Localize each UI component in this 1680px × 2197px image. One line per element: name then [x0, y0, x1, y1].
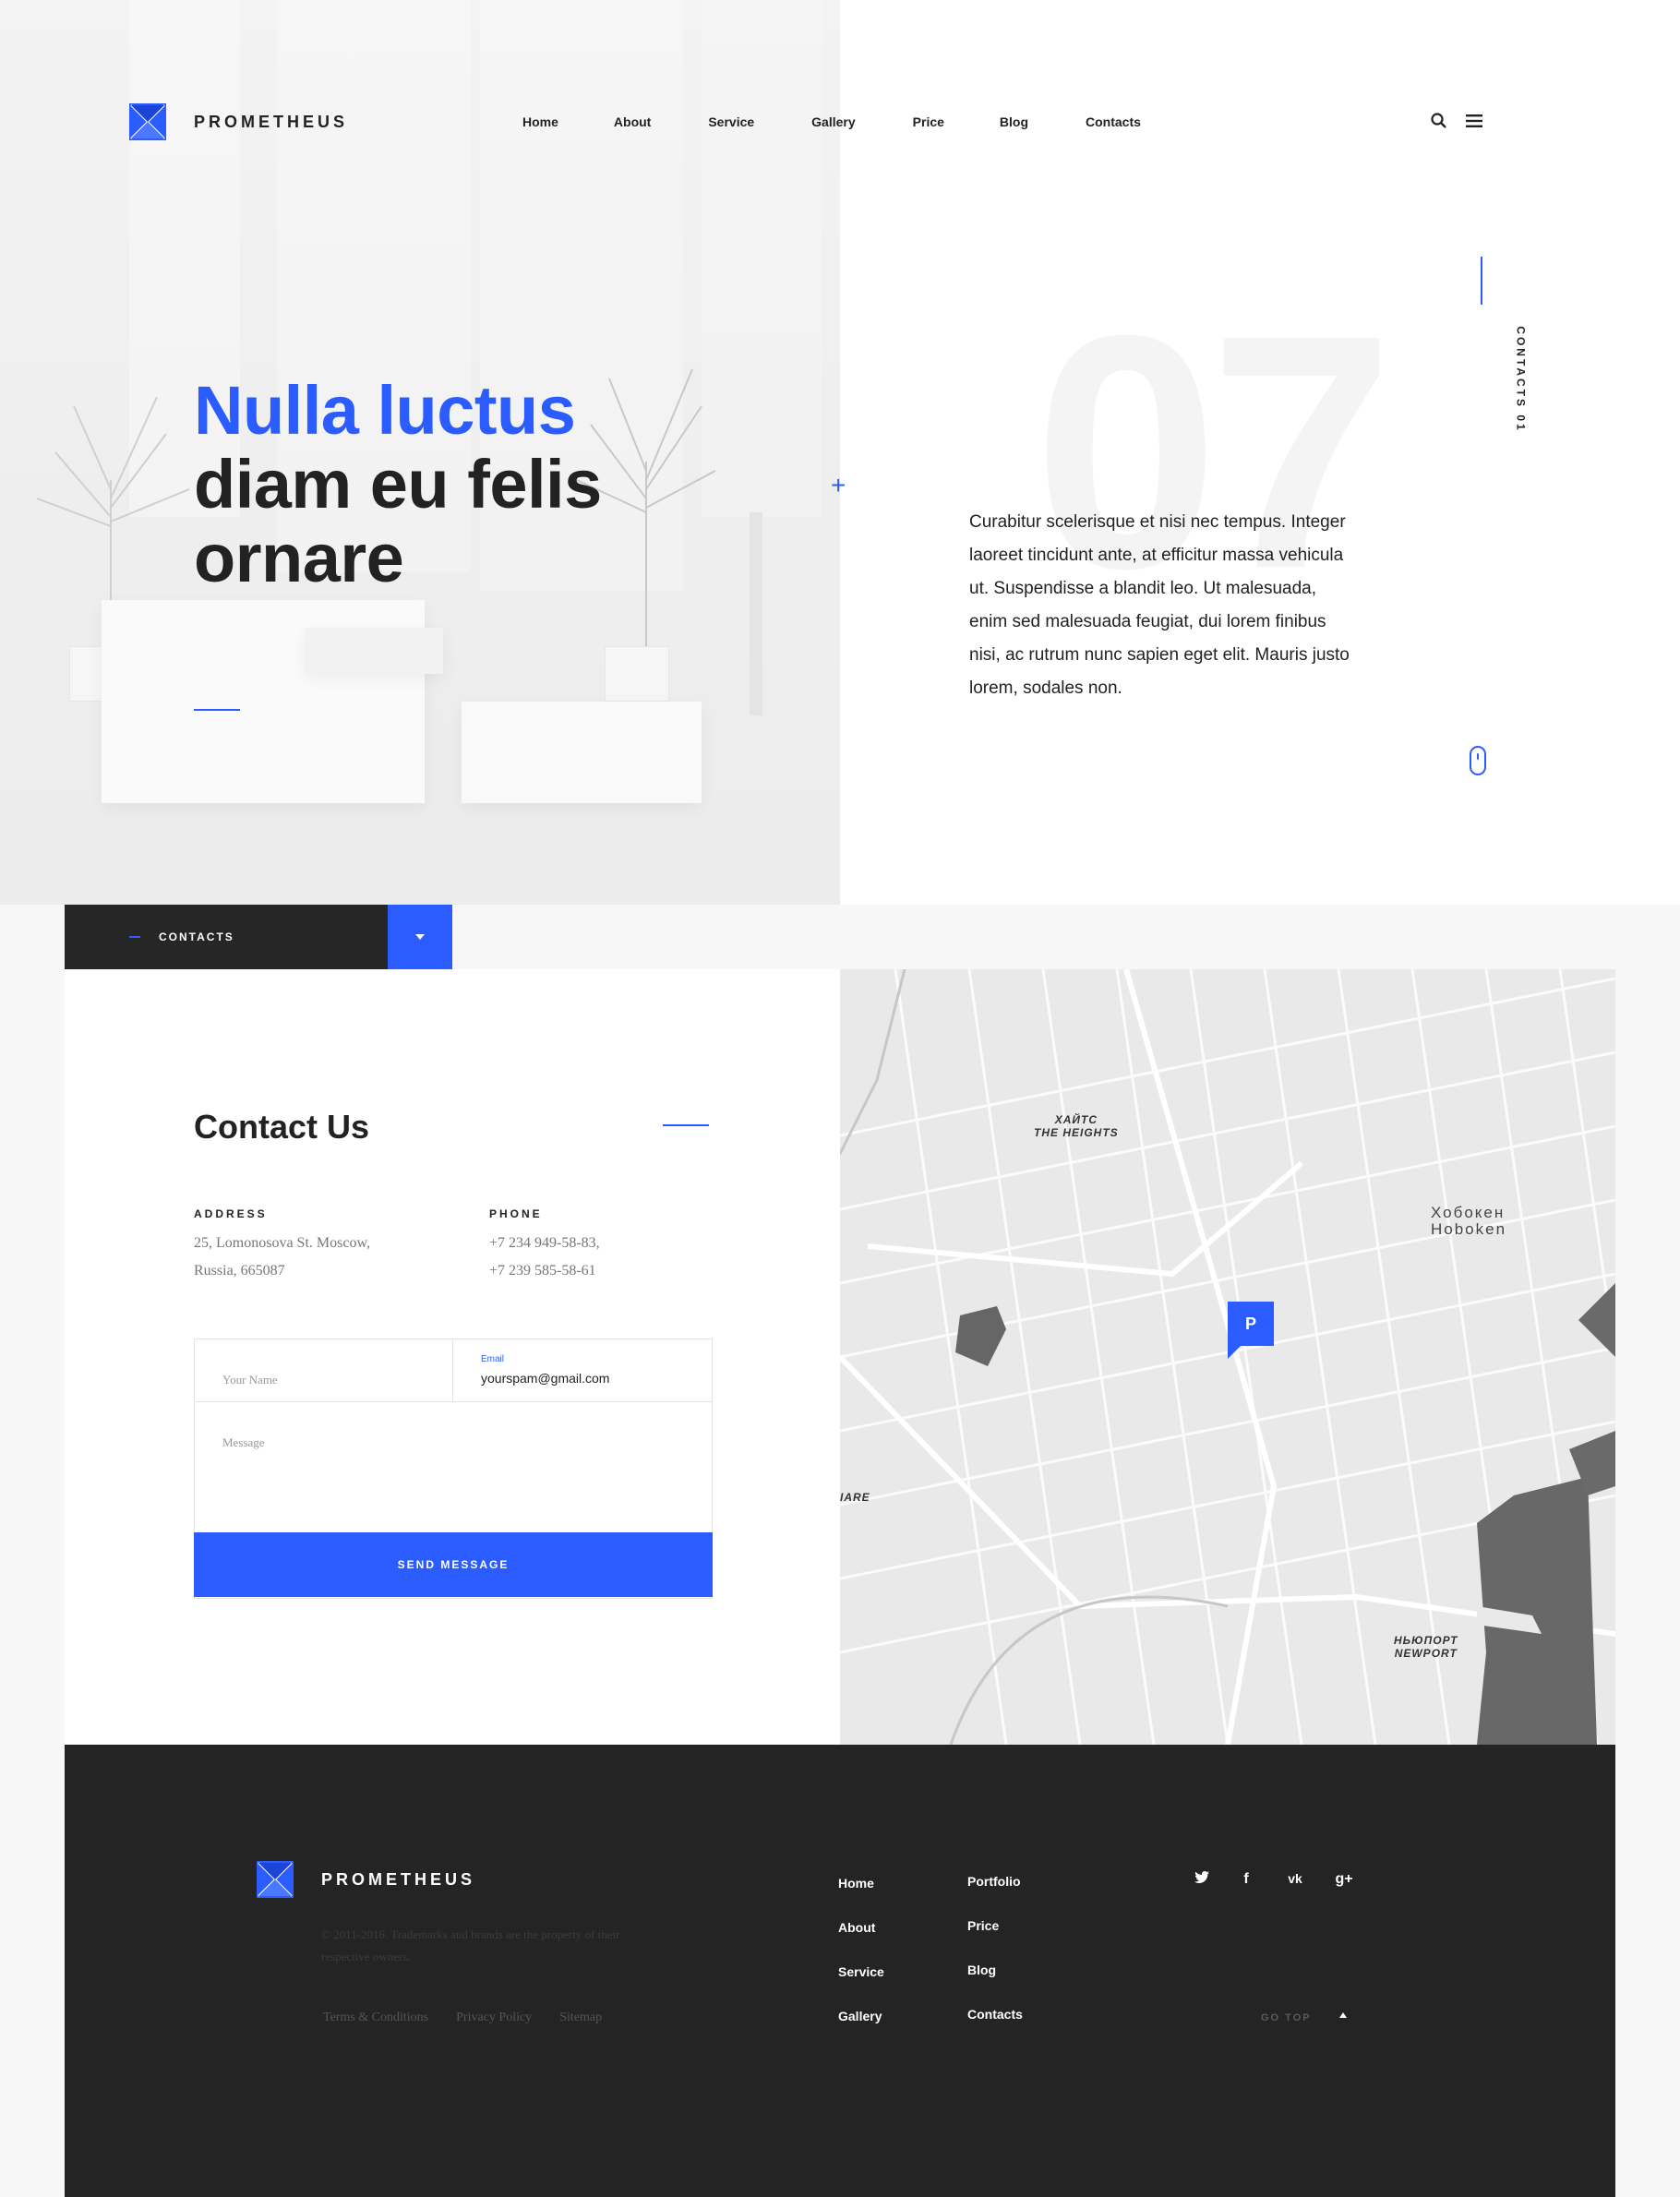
nav-home[interactable]: Home — [522, 114, 558, 129]
google-plus-icon[interactable]: g+ — [1333, 1871, 1355, 1888]
vk-icon[interactable]: vk — [1281, 1871, 1309, 1886]
email-label: Email — [481, 1354, 505, 1364]
hero-line-2: diam eu felis — [194, 446, 602, 522]
map-label-hoboken: Хобокен Hoboken — [1431, 1204, 1507, 1238]
footer-nav-portfolio[interactable]: Portfolio — [967, 1874, 1021, 1889]
map-label-edge: IARE — [840, 1491, 870, 1504]
send-message-button[interactable]: SEND MESSAGE — [194, 1532, 713, 1597]
name-field[interactable]: Your Name — [195, 1339, 453, 1402]
footer-nav-about[interactable]: About — [838, 1920, 875, 1935]
search-icon[interactable] — [1431, 113, 1447, 129]
footer-logo[interactable]: PROMETHEUS — [257, 1861, 475, 1898]
contacts-bar-dash — [129, 936, 140, 938]
logo-icon — [129, 103, 166, 140]
scroll-mouse-icon[interactable] — [1470, 746, 1486, 775]
message-field[interactable]: Message — [195, 1402, 712, 1531]
footer-nav-contacts[interactable]: Contacts — [967, 2007, 1023, 2022]
twitter-icon[interactable] — [1193, 1871, 1211, 1883]
footer-brand-name: PROMETHEUS — [321, 1869, 476, 1889]
contact-title-dash — [663, 1124, 709, 1126]
contacts-dropdown-button[interactable] — [388, 905, 452, 969]
map-label-heights: ХАЙТС THE HEIGHTS — [1034, 1113, 1119, 1139]
name-placeholder: Your Name — [222, 1373, 278, 1387]
plus-icon: + — [831, 471, 846, 499]
go-top-label[interactable]: GO TOP — [1261, 2012, 1312, 2023]
address-label: ADDRESS — [194, 1207, 268, 1220]
address-line-1: 25, Lomonosova St. Moscow, — [194, 1235, 370, 1251]
hero-divider — [194, 709, 240, 711]
nav-price[interactable]: Price — [913, 114, 944, 129]
contacts-bar-label: CONTACTS — [159, 930, 234, 943]
main-nav: Home About Service Gallery Price Blog Co… — [522, 114, 1141, 129]
phone-label: PHONE — [489, 1207, 543, 1220]
hero-line-3: ornare — [194, 520, 404, 596]
nav-blog[interactable]: Blog — [1000, 114, 1028, 129]
menu-icon[interactable] — [1466, 114, 1482, 127]
footer-nav-home[interactable]: Home — [838, 1876, 874, 1891]
side-section-label: CONTACTS 01 — [1514, 326, 1528, 433]
address-line-2: Russia, 665087 — [194, 1263, 285, 1279]
terms-link[interactable]: Terms & Conditions — [323, 2011, 428, 2025]
header-tools — [1431, 113, 1482, 129]
logo-icon — [257, 1861, 294, 1898]
go-top-arrow-icon[interactable] — [1339, 2012, 1347, 2018]
footer: PROMETHEUS © 2011-2016. Trademarks and b… — [65, 1745, 1615, 2197]
email-field[interactable]: Email yourspam@gmail.com — [453, 1339, 712, 1402]
email-value: yourspam@gmail.com — [481, 1371, 610, 1386]
nav-service[interactable]: Service — [708, 114, 754, 129]
sitemap-link[interactable]: Sitemap — [559, 2011, 602, 2025]
footer-copyright: © 2011-2016. Trademarks and brands are t… — [321, 1927, 620, 1963]
phone-number-1[interactable]: +7 234 949-58-83, — [489, 1230, 600, 1257]
privacy-link[interactable]: Privacy Policy — [456, 2011, 532, 2025]
nav-gallery[interactable]: Gallery — [811, 114, 855, 129]
brand-logo[interactable]: PROMETHEUS — [129, 103, 348, 140]
chevron-down-icon — [415, 934, 425, 940]
message-placeholder: Message — [222, 1435, 265, 1449]
hero-paragraph: Curabitur scelerisque et nisi nec tempus… — [969, 512, 1350, 698]
map-marker[interactable]: P — [1228, 1302, 1274, 1359]
brand-name: PROMETHEUS — [194, 112, 349, 131]
side-indicator-line — [1481, 257, 1482, 305]
hero-line-1: Nulla luctus — [194, 372, 576, 449]
nav-about[interactable]: About — [614, 114, 651, 129]
contact-title: Contact Us — [194, 1108, 370, 1146]
footer-nav-blog[interactable]: Blog — [967, 1963, 996, 1977]
facebook-icon[interactable]: f — [1237, 1871, 1255, 1888]
footer-nav-service[interactable]: Service — [838, 1964, 884, 1979]
hero-headline: Nulla luctus diam eu felis ornare — [194, 374, 602, 595]
footer-nav-gallery[interactable]: Gallery — [838, 2009, 882, 2023]
phone-number-2[interactable]: +7 239 585-58-61 — [489, 1257, 596, 1285]
contacts-bar[interactable]: CONTACTS — [65, 905, 388, 969]
location-map[interactable]: ХАЙТС THE HEIGHTS Хобокен Hoboken НЬЮПОРТ N… — [840, 969, 1615, 1745]
map-label-newport: НЬЮПОРТ NEWPORT — [1394, 1634, 1458, 1660]
footer-nav-price[interactable]: Price — [967, 1918, 999, 1933]
nav-contacts[interactable]: Contacts — [1086, 114, 1141, 129]
contact-panel: Contact Us ADDRESS 25, Lomonosova St. Mo… — [65, 969, 840, 1745]
footer-legal-links: Terms & Conditions Privacy Policy Sitema… — [323, 2011, 602, 2025]
